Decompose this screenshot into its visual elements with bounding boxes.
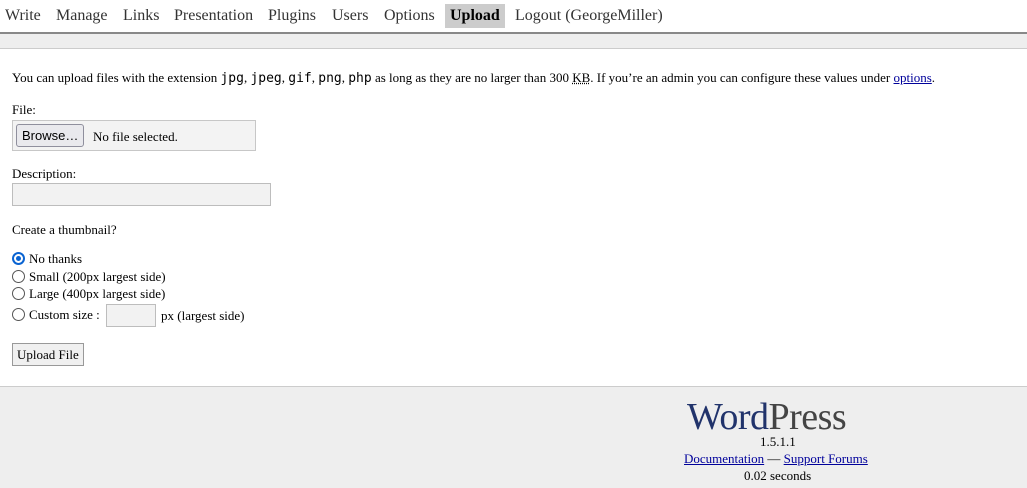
upload-instructions: You can upload files with the extension … bbox=[12, 70, 936, 86]
footer-separator: — bbox=[767, 451, 781, 466]
nav-upload[interactable]: Upload bbox=[445, 4, 505, 28]
version-text: 1.5.1.1 bbox=[760, 434, 796, 449]
radio-no-thanks-label: No thanks bbox=[29, 251, 83, 266]
ext-gif: gif bbox=[288, 71, 312, 86]
size-unit: KB bbox=[572, 70, 591, 85]
support-forums-link[interactable]: Support Forums bbox=[784, 451, 868, 466]
options-link[interactable]: options bbox=[894, 70, 932, 85]
wordpress-logo[interactable]: WordPress bbox=[687, 395, 847, 439]
description-input[interactable] bbox=[12, 183, 271, 206]
custom-size-unit: px (largest side) bbox=[161, 308, 245, 323]
intro-middle: as long as they are no larger than 300 bbox=[374, 70, 569, 85]
upload-file-button[interactable]: Upload File bbox=[12, 343, 84, 366]
footer-links: Documentation — Support Forums bbox=[684, 451, 868, 467]
documentation-link[interactable]: Documentation bbox=[684, 451, 764, 466]
radio-small[interactable] bbox=[12, 270, 25, 283]
nav-users[interactable]: Users bbox=[332, 4, 368, 28]
ext-php: php bbox=[348, 71, 372, 86]
submenu-bar bbox=[0, 34, 1027, 49]
footer bbox=[0, 386, 1027, 488]
no-file-text: No file selected. bbox=[93, 129, 178, 144]
radio-small-label: Small (200px largest side) bbox=[29, 269, 166, 284]
nav-manage[interactable]: Manage bbox=[56, 4, 108, 28]
ext-jpeg: jpeg bbox=[250, 71, 282, 86]
thumbnail-question: Create a thumbnail? bbox=[12, 222, 117, 237]
logo-word: Word bbox=[687, 396, 769, 438]
ext-jpg: jpg bbox=[220, 71, 244, 86]
description-label: Description: bbox=[12, 166, 77, 181]
nav-links[interactable]: Links bbox=[123, 4, 159, 28]
radio-no-thanks[interactable] bbox=[12, 252, 25, 265]
radio-large-row[interactable]: Large (400px largest side) bbox=[12, 286, 165, 302]
top-navigation: Write Manage Links Presentation Plugins … bbox=[0, 0, 1027, 34]
file-input[interactable]: Browse… No file selected. bbox=[12, 120, 256, 151]
ext-png: png bbox=[318, 71, 342, 86]
nav-options[interactable]: Options bbox=[384, 4, 435, 28]
intro-end: . bbox=[931, 70, 936, 85]
browse-button[interactable]: Browse… bbox=[16, 124, 85, 147]
radio-custom[interactable] bbox=[12, 308, 25, 321]
timing-text: 0.02 seconds bbox=[744, 468, 812, 483]
logo-press: Press bbox=[768, 396, 847, 438]
custom-size-input[interactable] bbox=[106, 304, 156, 327]
radio-large-label: Large (400px largest side) bbox=[29, 286, 166, 301]
radio-custom-row[interactable]: Custom size : bbox=[12, 307, 100, 323]
file-label: File: bbox=[12, 102, 36, 117]
radio-large[interactable] bbox=[12, 287, 25, 300]
intro-suffix: . If you’re an admin you can configure t… bbox=[590, 70, 891, 85]
nav-logout[interactable]: Logout (GeorgeMiller) bbox=[515, 4, 663, 28]
nav-write[interactable]: Write bbox=[5, 4, 41, 28]
nav-plugins[interactable]: Plugins bbox=[268, 4, 316, 28]
radio-small-row[interactable]: Small (200px largest side) bbox=[12, 269, 166, 285]
intro-prefix: You can upload files with the extension bbox=[12, 70, 218, 85]
nav-presentation[interactable]: Presentation bbox=[174, 4, 253, 28]
radio-custom-label: Custom size : bbox=[29, 307, 100, 322]
radio-no-thanks-row[interactable]: No thanks bbox=[12, 251, 82, 267]
